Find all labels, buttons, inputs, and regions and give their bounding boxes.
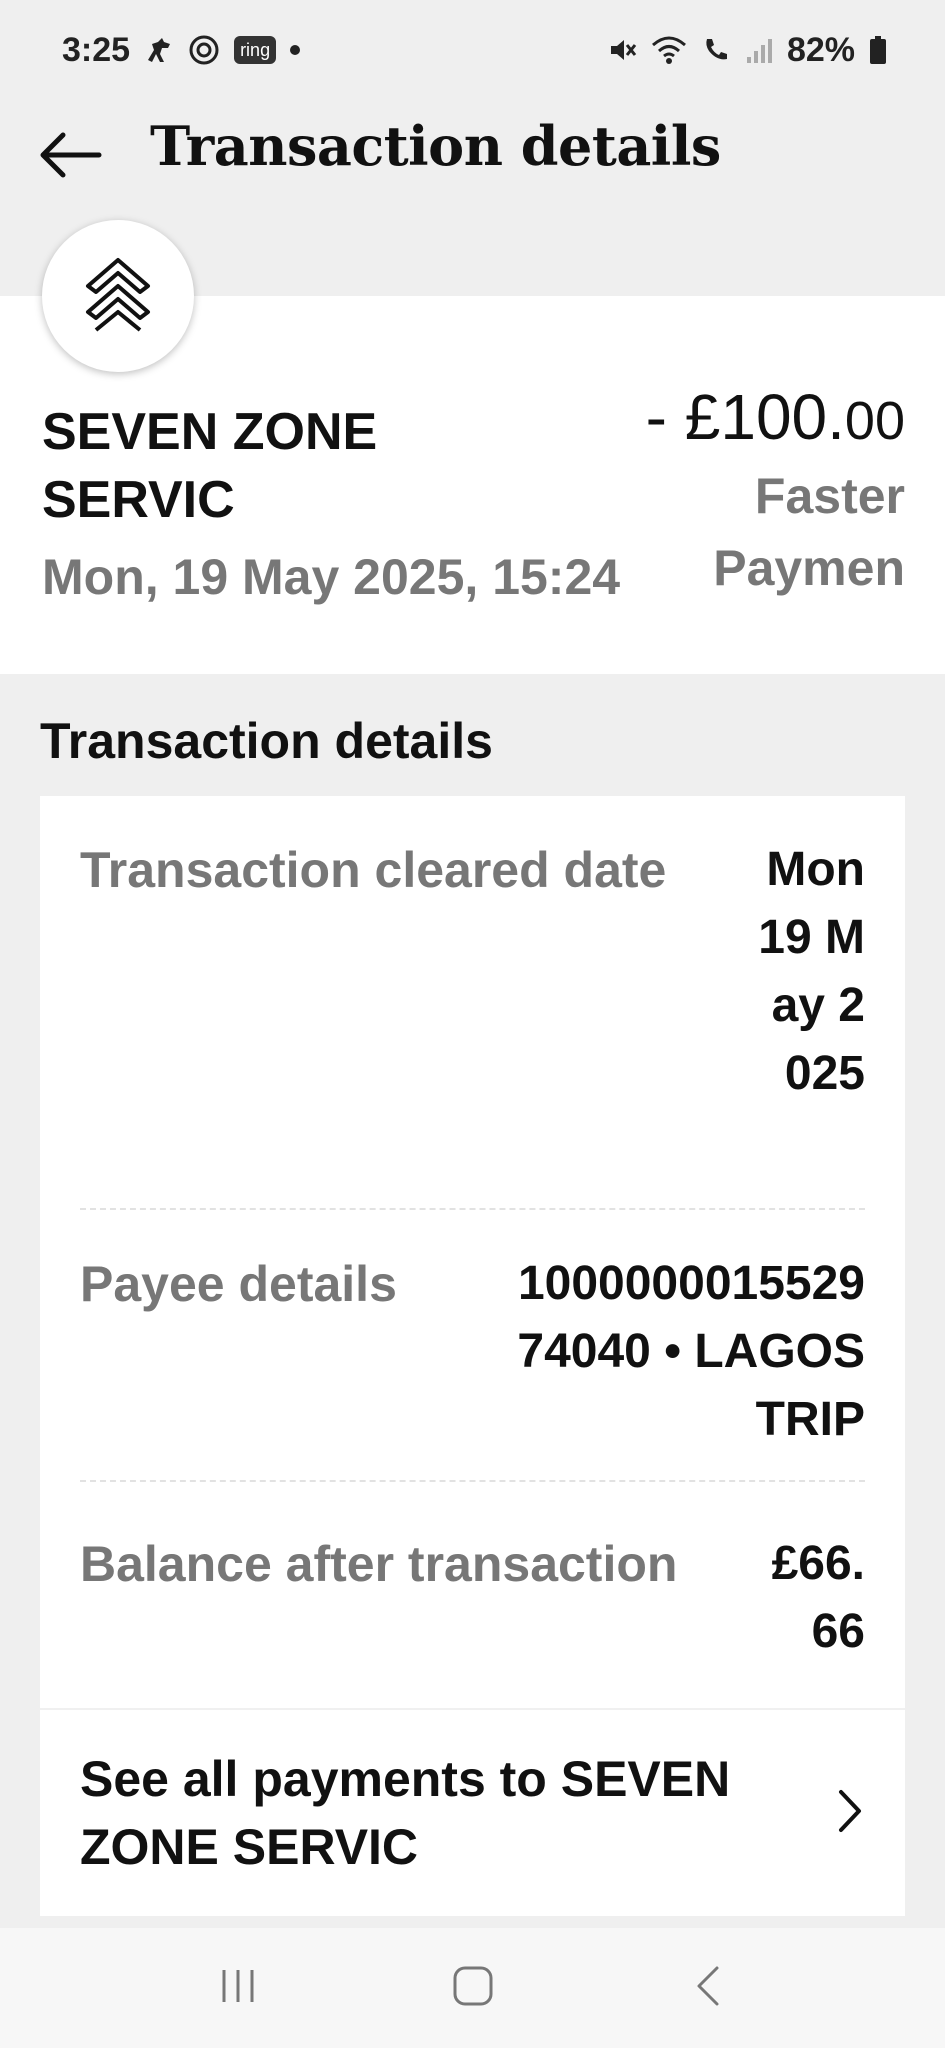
back-icon <box>693 1964 723 2013</box>
system-back-button[interactable] <box>663 1953 753 2023</box>
page-title: Transaction details <box>150 114 721 178</box>
signal-icon <box>745 35 773 65</box>
wifi-calling-icon <box>701 35 731 65</box>
system-nav-bar <box>0 1928 945 2048</box>
horse-icon <box>144 36 174 64</box>
status-bar: 3:25 ring 82% <box>0 0 945 100</box>
cleared-date-value: Mon 19 May 2025 <box>758 843 865 1100</box>
balance-value: £66.66 <box>771 1537 865 1658</box>
amount-minor: 00 <box>844 391 905 451</box>
home-button[interactable] <box>428 1953 518 2023</box>
detail-row-cleared-date: Transaction cleared date Mon 19 May 2025 <box>80 836 865 1210</box>
home-icon <box>451 1964 495 2013</box>
chevron-up-double-icon <box>80 252 156 341</box>
mute-icon <box>607 35 637 65</box>
transaction-amount: - £100.00 <box>646 380 905 454</box>
amount-major: - £100. <box>645 381 845 453</box>
balance-label: Balance after transaction <box>80 1536 678 1592</box>
status-left: 3:25 ring <box>62 30 301 70</box>
ring-icon: ring <box>234 36 277 64</box>
back-button[interactable] <box>36 122 106 192</box>
arrow-left-icon <box>39 130 103 185</box>
details-card: Transaction cleared date Mon 19 May 2025… <box>40 796 905 1916</box>
threads-icon <box>188 34 220 66</box>
recent-apps-button[interactable] <box>193 1953 283 2023</box>
merchant-name: SEVEN ZONE SERVIC <box>42 403 378 529</box>
status-time: 3:25 <box>62 30 131 69</box>
transaction-datetime: Mon, 19 May 2025, 15:24 <box>42 549 621 605</box>
payee-details-label: Payee details <box>80 1256 397 1312</box>
chevron-right-icon <box>835 1788 865 1839</box>
battery-percent: 82% <box>786 30 855 69</box>
status-right: 82% <box>607 31 887 70</box>
recent-apps-icon <box>218 1966 258 2011</box>
battery-icon <box>869 35 887 65</box>
cleared-date-label: Transaction cleared date <box>80 842 667 898</box>
notification-dot-icon <box>290 45 301 55</box>
merchant-logo <box>42 220 194 372</box>
see-all-payments-link[interactable]: See all payments to SEVEN ZONE SERVIC <box>40 1708 905 1916</box>
payment-type: Faster Paymen <box>713 468 905 596</box>
detail-row-balance: Balance after transaction £66.66 <box>80 1530 865 1670</box>
payee-details-value: 100000001552974040 • LAGOS TRIP <box>517 1257 865 1446</box>
see-all-payments-label: See all payments to SEVEN ZONE SERVIC <box>80 1751 731 1875</box>
details-section-title: Transaction details <box>40 713 493 769</box>
detail-row-payee: Payee details 100000001552974040 • LAGOS… <box>80 1250 865 1482</box>
wifi-icon <box>651 35 687 65</box>
